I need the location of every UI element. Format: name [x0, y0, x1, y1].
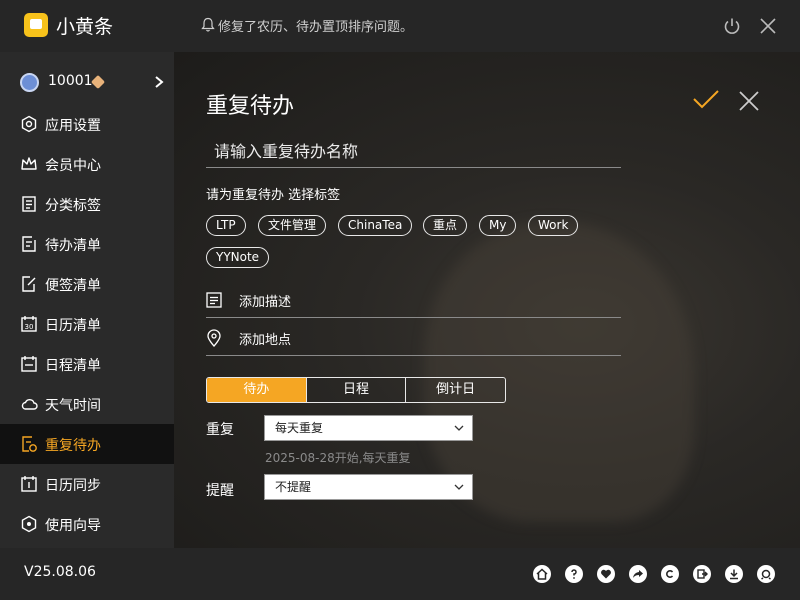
sidebar-item-label: 待办清单: [45, 238, 101, 254]
tag-chip[interactable]: 重点: [423, 215, 468, 236]
app-title: 小黄条: [56, 16, 114, 38]
tag-chip[interactable]: ChinaTea: [338, 215, 413, 236]
tag-chip[interactable]: Work: [528, 215, 579, 236]
user-id: 10001: [48, 73, 93, 89]
tag-chip[interactable]: My: [479, 215, 517, 236]
note-icon: [22, 276, 36, 292]
support-icon[interactable]: [757, 565, 775, 583]
user-profile-row[interactable]: 10001: [0, 64, 174, 100]
tag-hint: 请为重复待办 选择标签: [206, 188, 341, 203]
remind-select[interactable]: 不提醒: [264, 474, 473, 500]
todo-icon: [22, 236, 36, 252]
sidebar: 10001 应用设置 会员中心 分类标签 待办清单 便签清单 30 日历清单 日…: [0, 52, 174, 548]
update-notice[interactable]: 修复了农历、待办置顶排序问题。: [218, 16, 413, 35]
power-icon[interactable]: [722, 16, 742, 36]
location-pin-icon: [207, 329, 221, 347]
sidebar-item-label: 会员中心: [45, 158, 101, 174]
sidebar-item-todo-list[interactable]: 待办清单: [0, 224, 174, 264]
sidebar-item-member-center[interactable]: 会员中心: [0, 144, 174, 184]
confirm-check-icon[interactable]: [692, 88, 720, 112]
home-icon[interactable]: [533, 565, 551, 583]
svg-text:30: 30: [25, 323, 34, 331]
tag-chip[interactable]: LTP: [206, 215, 246, 236]
repeat-hint: 2025-08-28开始,每天重复: [265, 451, 411, 465]
version-label: V25.08.06: [24, 564, 96, 580]
repeat-select[interactable]: 每天重复: [264, 415, 473, 441]
sidebar-item-label: 便签清单: [45, 278, 101, 294]
crown-icon: [21, 157, 37, 170]
chevron-right-icon: [155, 76, 164, 88]
description-icon: [206, 292, 222, 308]
download-icon[interactable]: [725, 565, 743, 583]
sidebar-item-label: 天气时间: [45, 398, 101, 414]
close-panel-icon[interactable]: [738, 90, 760, 112]
sidebar-item-user-guide[interactable]: 使用向导: [0, 504, 174, 544]
tab-schedule[interactable]: 日程: [305, 378, 406, 402]
export-icon[interactable]: [693, 565, 711, 583]
sidebar-item-label: 日程清单: [45, 358, 101, 374]
help-icon[interactable]: [565, 565, 583, 583]
type-segmented-control: 待办 日程 倒计日: [206, 377, 506, 403]
sidebar-item-app-settings[interactable]: 应用设置: [0, 104, 174, 144]
guide-icon: [21, 515, 37, 533]
sidebar-item-calendar-list[interactable]: 30 日历清单: [0, 304, 174, 344]
add-description-label: 添加描述: [239, 295, 292, 310]
add-location-label: 添加地点: [239, 333, 292, 348]
sidebar-item-label: 重复待办: [45, 438, 101, 454]
sidebar-item-schedule-list[interactable]: 日程清单: [0, 344, 174, 384]
tag-chip[interactable]: YYNote: [206, 247, 270, 268]
repeat-label: 重复: [206, 422, 234, 438]
page-title: 重复待办: [206, 94, 295, 119]
sidebar-item-weather-time[interactable]: 天气时间: [0, 384, 174, 424]
sidebar-item-label: 应用设置: [45, 118, 101, 134]
chevron-down-icon: [454, 484, 464, 490]
sidebar-item-label: 日历清单: [45, 318, 101, 334]
heart-icon[interactable]: [597, 565, 615, 583]
tag-icon: [22, 196, 36, 212]
share-icon[interactable]: [629, 565, 647, 583]
tag-chip[interactable]: 文件管理: [258, 215, 327, 236]
sidebar-item-note-list[interactable]: 便签清单: [0, 264, 174, 304]
vip-badge-icon: [90, 74, 106, 90]
sidebar-item-category-tags[interactable]: 分类标签: [0, 184, 174, 224]
tab-todo[interactable]: 待办: [207, 378, 306, 402]
calendar-sync-icon: [21, 476, 37, 492]
gear-icon: [21, 115, 37, 133]
sidebar-item-repeat-todo[interactable]: 重复待办: [0, 424, 174, 464]
todo-name-input[interactable]: [206, 136, 621, 168]
tab-countdown[interactable]: 倒计日: [405, 378, 505, 402]
bell-icon: [201, 17, 215, 32]
sidebar-item-label: 使用向导: [45, 518, 101, 534]
copyright-icon[interactable]: [661, 565, 679, 583]
title-bar: 小黄条 修复了农历、待办置顶排序问题。: [0, 0, 800, 52]
sidebar-item-label: 日历同步: [45, 478, 101, 494]
avatar: [20, 73, 39, 92]
repeat-todo-icon: [22, 436, 37, 452]
repeat-todo-panel: 重复待办 请为重复待办 选择标签 LTP 文件管理 ChinaTea 重点 My…: [174, 52, 800, 548]
repeat-select-value: 每天重复: [275, 421, 324, 435]
add-location-field[interactable]: 添加地点: [206, 320, 621, 356]
calendar-30-icon: 30: [21, 316, 37, 332]
sidebar-item-calendar-sync[interactable]: 日历同步: [0, 464, 174, 504]
sidebar-item-label: 分类标签: [45, 198, 101, 214]
app-logo-icon: [24, 13, 48, 37]
add-description-field[interactable]: 添加描述: [206, 282, 621, 318]
schedule-icon: [21, 356, 37, 372]
remind-label: 提醒: [206, 483, 234, 499]
cloud-icon: [21, 399, 38, 410]
remind-select-value: 不提醒: [275, 480, 312, 494]
window-close-icon[interactable]: [758, 16, 778, 36]
bottom-bar: V25.08.06: [0, 548, 800, 600]
chevron-down-icon: [454, 425, 464, 431]
